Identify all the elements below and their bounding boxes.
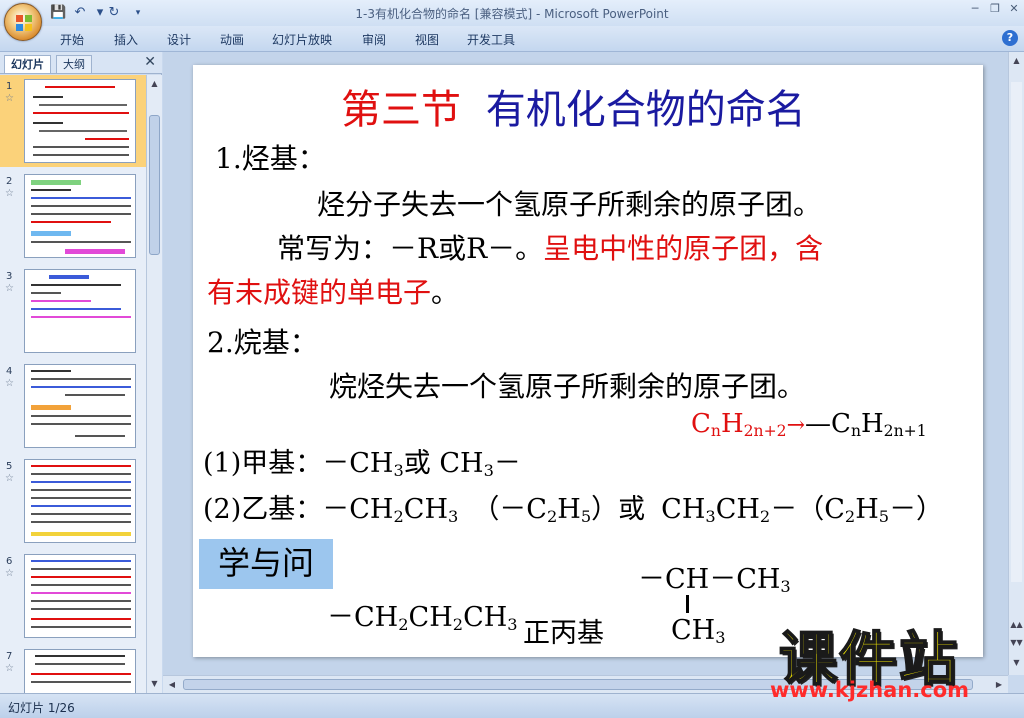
section-1-definition: 烃分子失去一个氢原子所剩余的原子团。 bbox=[317, 188, 822, 221]
alkane-formula: CnH2n+2 bbox=[691, 409, 787, 440]
propyl-name: 正丙基 bbox=[523, 618, 604, 649]
section-2-heading: 2.烷基： bbox=[207, 326, 318, 359]
office-logo-icon bbox=[16, 15, 32, 31]
neutral-group-text: 呈电中性的原子团，含 bbox=[543, 232, 824, 265]
section-1-line3: 有未成键的单电子。 bbox=[207, 271, 459, 311]
animation-star-icon: ☆ bbox=[5, 473, 14, 484]
slide-thumbnail[interactable]: 2 ☆ bbox=[0, 170, 146, 262]
thumbnail-preview bbox=[24, 174, 136, 258]
slide-thumbnail[interactable]: 3 ☆ bbox=[0, 265, 146, 357]
ribbon-tab-bar: 开始 插入 设计 动画 幻灯片放映 审阅 视图 开发工具 ? bbox=[0, 26, 1024, 52]
panel-scrollbar[interactable]: ▲ ▼ bbox=[146, 75, 162, 693]
slide-number: 4 bbox=[6, 366, 13, 377]
slide-counter: 幻灯片 1/26 bbox=[8, 701, 75, 715]
animation-star-icon: ☆ bbox=[5, 188, 14, 199]
tab-outline[interactable]: 大纲 bbox=[56, 55, 92, 73]
slide-canvas[interactable]: 第三节 有机化合物的命名 1.烃基： 烃分子失去一个氢原子所剩余的原子团。 常写… bbox=[193, 65, 983, 657]
slide-thumbnail[interactable]: 6 ☆ bbox=[0, 550, 146, 642]
watermark-url: www.kjzhan.com bbox=[770, 678, 970, 702]
tab-animation[interactable]: 动画 bbox=[220, 31, 244, 48]
animation-star-icon: ☆ bbox=[5, 568, 14, 579]
scroll-track[interactable] bbox=[1011, 82, 1022, 582]
scroll-down-icon[interactable]: ▼ bbox=[1010, 656, 1023, 670]
next-slide-icon[interactable]: ▼▼ bbox=[1010, 636, 1023, 650]
title-main: 有机化合物的命名 bbox=[485, 87, 806, 133]
title-prefix: 第三节 bbox=[341, 87, 461, 133]
animation-star-icon: ☆ bbox=[5, 93, 14, 104]
slide-number: 2 bbox=[6, 176, 13, 187]
close-icon[interactable]: ✕ bbox=[1005, 2, 1023, 16]
scroll-thumb[interactable] bbox=[149, 115, 160, 255]
propyl-formula: －CH2CH2CH3 bbox=[327, 602, 518, 635]
slide-number: 1 bbox=[6, 81, 13, 92]
previous-slide-icon[interactable]: ▲▲ bbox=[1010, 618, 1023, 632]
slide-thumbnail[interactable]: 5 ☆ bbox=[0, 455, 146, 547]
tab-slideshow[interactable]: 幻灯片放映 bbox=[272, 31, 332, 48]
arrow-icon: → bbox=[786, 413, 806, 438]
powerpoint-window: 💾 ↶ ▾ ↻ ▾ 1-3有机化合物的命名 [兼容模式] - Microsoft… bbox=[0, 0, 1024, 718]
scroll-right-icon[interactable]: ▶ bbox=[992, 678, 1006, 692]
section-1-heading: 1.烃基： bbox=[215, 142, 326, 175]
tab-home[interactable]: 开始 bbox=[60, 31, 84, 48]
office-button[interactable] bbox=[4, 3, 42, 41]
isopropyl-top: －CH－CH3 bbox=[638, 564, 791, 597]
alkyl-formula: —CnH2n+1 bbox=[805, 409, 927, 440]
unpaired-electron-text: 有未成键的单电子 bbox=[207, 276, 432, 309]
written-as-text: 常写为：－R或R－。 bbox=[277, 232, 544, 265]
slide-thumbnail[interactable]: 1 ☆ bbox=[0, 75, 146, 167]
thumbnail-preview bbox=[24, 269, 136, 353]
thumbnail-preview bbox=[24, 79, 136, 163]
panel-tabs: 幻灯片 大纲 ✕ bbox=[0, 52, 162, 74]
question-box: 学与问 bbox=[199, 539, 333, 589]
animation-star-icon: ☆ bbox=[5, 283, 14, 294]
close-panel-icon[interactable]: ✕ bbox=[144, 54, 156, 70]
methyl-line: (1)甲基：－CH3或 CH3－ bbox=[203, 448, 521, 481]
thumbnail-preview bbox=[24, 554, 136, 638]
thumbnail-preview bbox=[24, 459, 136, 543]
vertical-scrollbar[interactable]: ▲ ▲▲ ▼▼ ▼ bbox=[1008, 52, 1024, 675]
tab-slides[interactable]: 幻灯片 bbox=[4, 55, 51, 73]
tab-review[interactable]: 审阅 bbox=[362, 31, 386, 48]
animation-star-icon: ☆ bbox=[5, 663, 14, 674]
alkane-to-alkyl-formula: CnH2n+2→—CnH2n+1 bbox=[691, 409, 927, 440]
window-title: 1-3有机化合物的命名 [兼容模式] - Microsoft PowerPoin… bbox=[355, 7, 669, 21]
help-icon[interactable]: ? bbox=[1002, 30, 1018, 46]
slide-thumbnail[interactable]: 4 ☆ bbox=[0, 360, 146, 452]
ethyl-line: (2)乙基：－CH2CH3 （－C2H5）或 CH3CH2－（C2H5－） bbox=[203, 494, 944, 527]
slide-number: 6 bbox=[6, 556, 13, 567]
section-2-definition: 烷烃失去一个氢原子所剩余的原子团。 bbox=[329, 370, 806, 403]
tab-developer[interactable]: 开发工具 bbox=[467, 31, 515, 48]
scroll-up-icon[interactable]: ▲ bbox=[148, 77, 161, 91]
animation-star-icon: ☆ bbox=[5, 378, 14, 389]
period-text: 。 bbox=[431, 276, 460, 309]
thumbnail-preview bbox=[24, 364, 136, 448]
slide-editing-area: 第三节 有机化合物的命名 1.烃基： 烃分子失去一个氢原子所剩余的原子团。 常写… bbox=[163, 52, 1008, 675]
slide-title: 第三节 有机化合物的命名 bbox=[341, 77, 806, 135]
scroll-down-icon[interactable]: ▼ bbox=[148, 677, 161, 691]
tab-view[interactable]: 视图 bbox=[415, 31, 439, 48]
isopropyl-bottom: CH3 bbox=[671, 615, 726, 648]
slide-thumbnail-list: 1 ☆ 2 ☆ 3 ☆ 4 ☆ 5 ☆ 6 ☆ 7 ☆ bbox=[0, 75, 146, 693]
thumbnail-preview bbox=[24, 649, 136, 693]
title-bar: 💾 ↶ ▾ ↻ ▾ 1-3有机化合物的命名 [兼容模式] - Microsoft… bbox=[0, 0, 1024, 26]
isopropyl-bond-line bbox=[686, 595, 689, 613]
slide-number: 3 bbox=[6, 271, 13, 282]
slides-panel: 幻灯片 大纲 ✕ 1 ☆ 2 ☆ 3 ☆ 4 ☆ 5 ☆ 6 ☆ 7 ☆ ▲ ▼ bbox=[0, 52, 162, 693]
restore-icon[interactable]: ❐ bbox=[986, 2, 1004, 16]
slide-thumbnail[interactable]: 7 ☆ bbox=[0, 645, 146, 693]
scroll-up-icon[interactable]: ▲ bbox=[1010, 54, 1023, 68]
section-1-written-as: 常写为：－R或R－。呈电中性的原子团，含 bbox=[277, 227, 823, 267]
scroll-left-icon[interactable]: ◀ bbox=[165, 678, 179, 692]
slide-number: 7 bbox=[6, 651, 13, 662]
tab-design[interactable]: 设计 bbox=[167, 31, 191, 48]
tab-insert[interactable]: 插入 bbox=[114, 31, 138, 48]
slide-number: 5 bbox=[6, 461, 13, 472]
minimize-icon[interactable]: ─ bbox=[966, 2, 984, 16]
